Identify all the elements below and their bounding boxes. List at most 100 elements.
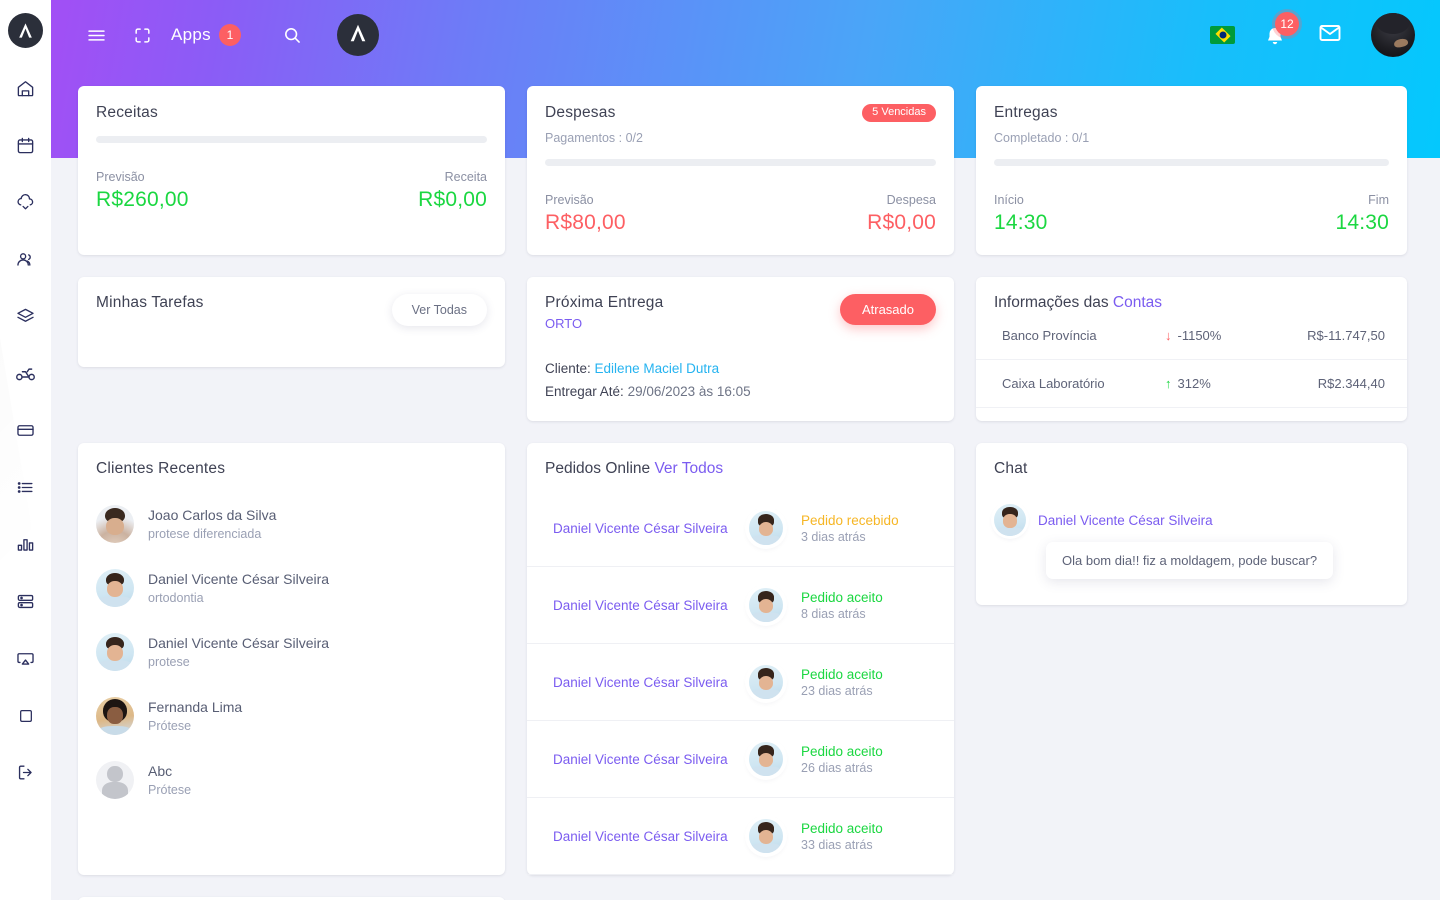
pedido-client-link[interactable]: Daniel Vicente César Silveira	[553, 521, 731, 536]
sidebar-item-delivery[interactable]	[0, 345, 51, 402]
list-item[interactable]: Daniel Vicente César Silveira ortodontia	[96, 569, 487, 607]
card-tarefas-head: Minhas Tarefas Ver Todas	[96, 294, 487, 326]
sidebar-item-home[interactable]	[0, 60, 51, 117]
contas-link[interactable]: Contas	[1113, 294, 1162, 311]
cliente-tag: ortodontia	[148, 590, 204, 605]
brand-logo-button[interactable]	[336, 14, 379, 56]
pedido-status-time: 3 dias atrás	[801, 529, 866, 544]
menu-toggle-button[interactable]	[73, 12, 119, 58]
user-avatar[interactable]	[1371, 13, 1415, 57]
ver-todos-link[interactable]: Ver Todos	[654, 460, 723, 477]
entregar-ate-row: Entregar Até: 29/06/2023 às 16:05	[545, 384, 936, 399]
card-entregas-head: Entregas Completado : 0/1	[994, 104, 1389, 145]
status-badge-atrasado[interactable]: Atrasado	[839, 294, 936, 325]
pedido-status-time: 33 dias atrás	[801, 837, 873, 852]
top-bar-left: Apps 1	[51, 12, 379, 58]
pedido-status: Pedido aceito 23 dias atrás	[801, 667, 936, 698]
brazil-flag-icon[interactable]	[1210, 26, 1235, 44]
cliente-link[interactable]: Edilene Maciel Dutra	[595, 361, 720, 376]
pedido-status-time: 8 dias atrás	[801, 606, 866, 621]
pedidos-list: Daniel Vicente César Silveira Pedido rec…	[527, 490, 954, 875]
logout-icon	[16, 763, 35, 782]
notifications-button[interactable]: 12	[1259, 12, 1299, 52]
table-row[interactable]: Daniel Vicente César Silveira Pedido ace…	[527, 567, 954, 644]
table-row[interactable]: Banco Província ↓ -1150% R$-11.747,50	[976, 312, 1407, 360]
sidebar-item-cloud[interactable]	[0, 174, 51, 231]
pedido-client-link[interactable]: Daniel Vicente César Silveira	[553, 675, 731, 690]
cliente-name: Daniel Vicente César Silveira	[148, 635, 330, 652]
pedido-client-link[interactable]: Daniel Vicente César Silveira	[553, 598, 731, 613]
table-row[interactable]: Caixa Laboratório ↑ 312% R$2.344,40	[976, 360, 1407, 408]
sidebar-item-logout[interactable]	[0, 744, 51, 801]
card-icon	[16, 421, 35, 440]
table-row[interactable]: Daniel Vicente César Silveira Pedido rec…	[527, 490, 954, 567]
pedido-status-label: Pedido aceito	[801, 666, 883, 682]
avatar	[749, 511, 783, 545]
avatar	[994, 504, 1026, 536]
card-receitas-left: Previsão R$260,00	[96, 170, 189, 212]
messages-button[interactable]	[1315, 20, 1345, 50]
cliente-tag: protese diferenciada	[148, 526, 262, 541]
table-row[interactable]: Daniel Vicente César Silveira Pedido ace…	[527, 644, 954, 721]
sidebar-item-reports[interactable]	[0, 516, 51, 573]
card-receitas-right-value: R$0,00	[418, 188, 487, 211]
card-despesas-left: Previsão R$80,00	[545, 193, 626, 235]
search-button[interactable]	[269, 12, 315, 58]
entregar-ate-label: Entregar Até:	[545, 384, 624, 399]
server-icon	[16, 592, 35, 611]
sidebar-item-list[interactable]	[0, 459, 51, 516]
collapse-button[interactable]	[119, 12, 165, 58]
table-row[interactable]: Daniel Vicente César Silveira Pedido ace…	[527, 721, 954, 798]
card-receitas: Receitas Previsão R$260,00 Receita R$0,0…	[78, 86, 505, 255]
apps-button[interactable]: Apps 1	[171, 24, 241, 46]
avatar	[96, 761, 134, 799]
list-item[interactable]: Fernanda Lima Prótese	[96, 697, 487, 735]
list-item[interactable]: Joao Carlos da Silva protese diferenciad…	[96, 505, 487, 543]
conta-value: R$2.344,40	[1317, 376, 1385, 391]
hamburger-icon	[86, 25, 107, 46]
card-despesas-left-label: Previsão	[545, 193, 594, 207]
card-entregas-left: Início 14:30	[994, 193, 1048, 235]
card-informacoes-contas: Informações das Contas Banco Província ↓…	[976, 277, 1407, 421]
sidebar-logo[interactable]	[8, 13, 43, 48]
cliente-info: Daniel Vicente César Silveira protese	[148, 635, 329, 669]
sidebar-item-clients[interactable]	[0, 231, 51, 288]
card-entregas: Entregas Completado : 0/1 Início 14:30 F…	[976, 86, 1407, 255]
pedido-client-link[interactable]: Daniel Vicente César Silveira	[553, 829, 731, 844]
sidebar-item-payments[interactable]	[0, 402, 51, 459]
entregar-ate-value: 29/06/2023 às 16:05	[627, 384, 751, 399]
sidebar-item-airplay[interactable]	[0, 630, 51, 687]
list-item[interactable]: Abc Prótese	[96, 761, 487, 799]
card-entregas-titlegroup: Entregas Completado : 0/1	[994, 104, 1089, 145]
card-entregas-left-value: 14:30	[994, 211, 1048, 234]
cliente-info: Fernanda Lima Prótese	[148, 699, 242, 733]
collapse-icon	[133, 26, 152, 45]
card-despesas-right-value: R$0,00	[867, 211, 936, 234]
sidebar-item-calendar[interactable]	[0, 117, 51, 174]
card-proxima-entrega-details: Cliente: Edilene Maciel Dutra Entregar A…	[545, 361, 936, 399]
card-proxima-entrega-head: Próxima Entrega ORTO Atrasado	[545, 294, 936, 331]
conta-percent-value: -1150%	[1177, 328, 1222, 343]
flag-globe	[1219, 31, 1226, 39]
card-despesas-subtitle: Pagamentos : 0/2	[545, 131, 643, 145]
table-row[interactable]: Daniel Vicente César Silveira Pedido ace…	[527, 798, 954, 875]
card-proxima-entrega-title: Próxima Entrega	[545, 294, 664, 311]
card-despesas-titlegroup: Despesas Pagamentos : 0/2	[545, 104, 643, 145]
calendar-icon	[16, 136, 35, 155]
card-minhas-tarefas: Minhas Tarefas Ver Todas	[78, 277, 505, 367]
sidebar-item-server[interactable]	[0, 573, 51, 630]
sidebar-item-square[interactable]	[0, 687, 51, 744]
list-icon	[16, 478, 35, 497]
pedido-client-link[interactable]: Daniel Vicente César Silveira	[553, 752, 731, 767]
ver-todas-button[interactable]: Ver Todas	[391, 294, 487, 326]
sidebar	[0, 0, 51, 900]
arrow-up-icon: ↑	[1165, 376, 1172, 391]
order-code-link[interactable]: ORTO	[545, 316, 663, 331]
bar-chart-icon	[16, 535, 35, 554]
card-entregas-right: Fim 14:30	[1335, 193, 1389, 235]
chat-sender-name[interactable]: Daniel Vicente César Silveira	[1038, 513, 1213, 528]
chat-message-bubble: Ola bom dia!! fiz a moldagem, pode busca…	[1046, 542, 1334, 579]
sidebar-item-layers[interactable]	[0, 288, 51, 345]
pedido-status: Pedido aceito 26 dias atrás	[801, 744, 936, 775]
list-item[interactable]: Daniel Vicente César Silveira protese	[96, 633, 487, 671]
